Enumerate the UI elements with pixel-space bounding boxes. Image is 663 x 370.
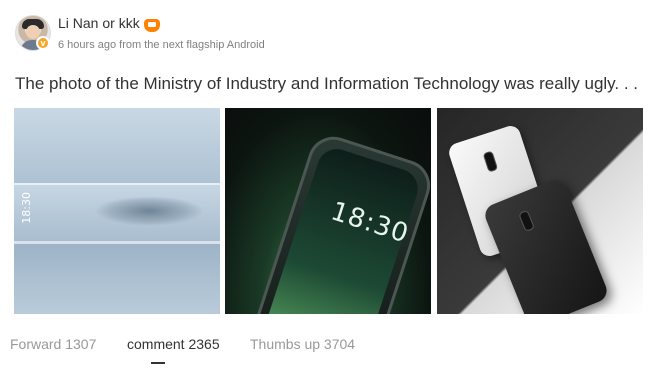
- weibo-post-card: v Li Nan or kkk 6 hours ago from the nex…: [0, 0, 663, 370]
- post-photo-3[interactable]: [437, 108, 643, 314]
- photo-1-clock: 18:30: [20, 192, 33, 224]
- active-tab-indicator: [151, 362, 165, 364]
- post-source[interactable]: from the next flagship Android: [119, 39, 265, 51]
- like-button[interactable]: Thumbs up 3704: [250, 336, 355, 352]
- phone-front-view: 18:30: [247, 130, 431, 314]
- cloud-reflection: [94, 196, 204, 226]
- forward-button[interactable]: Forward 1307: [10, 336, 96, 352]
- username-link[interactable]: Li Nan or kkk: [58, 15, 140, 31]
- post-photo-2[interactable]: 18:30: [225, 108, 431, 314]
- photo-2-clock: 18:30: [327, 196, 413, 250]
- post-content: The photo of the Ministry of Industry an…: [15, 74, 639, 93]
- camera-module: [482, 150, 499, 173]
- verified-badge-icon: v: [36, 36, 50, 50]
- post-time[interactable]: 6 hours ago: [58, 39, 116, 51]
- camera-module: [518, 209, 535, 233]
- vip-crown-icon[interactable]: [144, 19, 160, 32]
- phone-screen: 18:30: [261, 143, 423, 314]
- post-photo-1[interactable]: 18:30: [14, 108, 220, 314]
- post-meta: 6 hours ago from the next flagship Andro…: [58, 39, 265, 51]
- comment-button[interactable]: comment 2365: [127, 336, 220, 352]
